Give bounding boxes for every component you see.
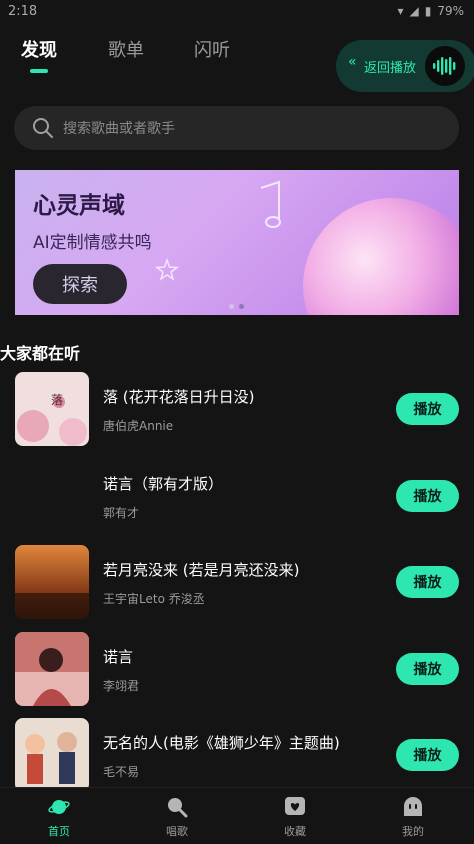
nav-home-label: 首页	[48, 825, 70, 838]
song-row[interactable]: 诺言（郭有才版） 郭有才 播放	[0, 459, 474, 539]
tab-flash-listen[interactable]: 闪听	[194, 36, 230, 62]
status-time: 2:18	[8, 4, 38, 19]
wifi-icon: ▾	[397, 4, 404, 18]
tab-discover[interactable]: 发现	[21, 36, 57, 62]
play-button[interactable]: 播放	[396, 566, 459, 598]
waveform-icon	[433, 57, 456, 75]
status-bar: 2:18 ▾ ◢ ▮ 79%	[0, 0, 474, 26]
play-button[interactable]: 播放	[396, 393, 459, 425]
explore-button[interactable]: 探索	[33, 264, 127, 304]
nav-sing[interactable]: 唱歌	[118, 788, 236, 844]
song-row[interactable]: 无名的人(电影《雄狮少年》主题曲) 毛不易 播放	[0, 718, 474, 798]
microphone-icon	[168, 798, 188, 818]
album-cover: 落	[15, 372, 89, 446]
nav-favorites[interactable]: 收藏	[236, 788, 354, 844]
status-icons: ▾ ◢ ▮ 79%	[397, 4, 464, 18]
banner-title: 心灵声域	[33, 193, 125, 219]
song-artist: 郭有才	[103, 506, 140, 520]
chevron-double-left-icon: «	[348, 54, 357, 70]
nav-profile-label: 我的	[402, 825, 424, 838]
song-title: 无名的人(电影《雄狮少年》主题曲)	[103, 734, 340, 752]
svg-text:落: 落	[51, 393, 63, 407]
search-bar[interactable]: 搜索歌曲或者歌手	[14, 106, 459, 150]
song-artist: 李翊君	[103, 679, 140, 693]
album-cover	[15, 545, 89, 619]
battery-level: 79%	[437, 4, 464, 18]
now-playing-disc	[425, 46, 465, 86]
tab-playlists[interactable]: 歌单	[108, 36, 144, 62]
song-row[interactable]: 若月亮没来 (若是月亮还没来) 王宇宙Leto 乔浚丞 播放	[0, 545, 474, 625]
battery-icon: ▮	[424, 4, 432, 18]
album-cover	[15, 459, 89, 533]
heart-icon	[285, 797, 305, 815]
nav-profile[interactable]: 我的	[354, 788, 472, 844]
song-artist: 唐伯虎Annie	[103, 419, 174, 433]
music-note-icon	[260, 180, 281, 228]
promo-banner[interactable]: 心灵声域 AI定制情感共鸣 探索	[15, 170, 459, 315]
carousel-dot	[229, 304, 234, 309]
return-playback-label: 返回播放	[364, 61, 417, 76]
song-title: 若月亮没来 (若是月亮还没来)	[103, 561, 300, 579]
album-cover	[15, 718, 89, 792]
active-tab-indicator	[30, 69, 48, 73]
song-row[interactable]: 落 落 (花开花落日升日没) 唐伯虎Annie 播放	[0, 372, 474, 452]
song-artist: 毛不易	[103, 765, 140, 779]
return-playback-button[interactable]: « 返回播放	[336, 40, 474, 92]
search-placeholder: 搜索歌曲或者歌手	[63, 121, 175, 137]
ghost-icon	[404, 797, 422, 816]
album-cover	[15, 632, 89, 706]
signal-icon: ◢	[409, 4, 419, 18]
carousel-dot-active	[239, 304, 244, 309]
nav-sing-label: 唱歌	[166, 825, 188, 838]
song-title: 诺言（郭有才版）	[103, 475, 224, 493]
carousel-indicator	[229, 304, 244, 309]
bottom-nav: 首页 唱歌 收藏 我的	[0, 787, 474, 844]
play-button[interactable]: 播放	[396, 739, 459, 771]
song-artist: 王宇宙Leto 乔浚丞	[103, 592, 205, 606]
song-row[interactable]: 诺言 李翊君 播放	[0, 632, 474, 712]
planet-icon	[48, 800, 70, 814]
song-title: 落 (花开花落日升日没)	[103, 388, 255, 406]
banner-subtitle: AI定制情感共鸣	[33, 233, 152, 253]
star-icon	[155, 258, 179, 281]
nav-home[interactable]: 首页	[0, 788, 118, 844]
planet-illustration	[303, 198, 459, 315]
search-icon	[33, 118, 53, 138]
play-button[interactable]: 播放	[396, 653, 459, 685]
nav-favorites-label: 收藏	[284, 825, 306, 838]
play-button[interactable]: 播放	[396, 480, 459, 512]
section-title: 大家都在听	[0, 344, 81, 363]
song-title: 诺言	[103, 648, 134, 666]
